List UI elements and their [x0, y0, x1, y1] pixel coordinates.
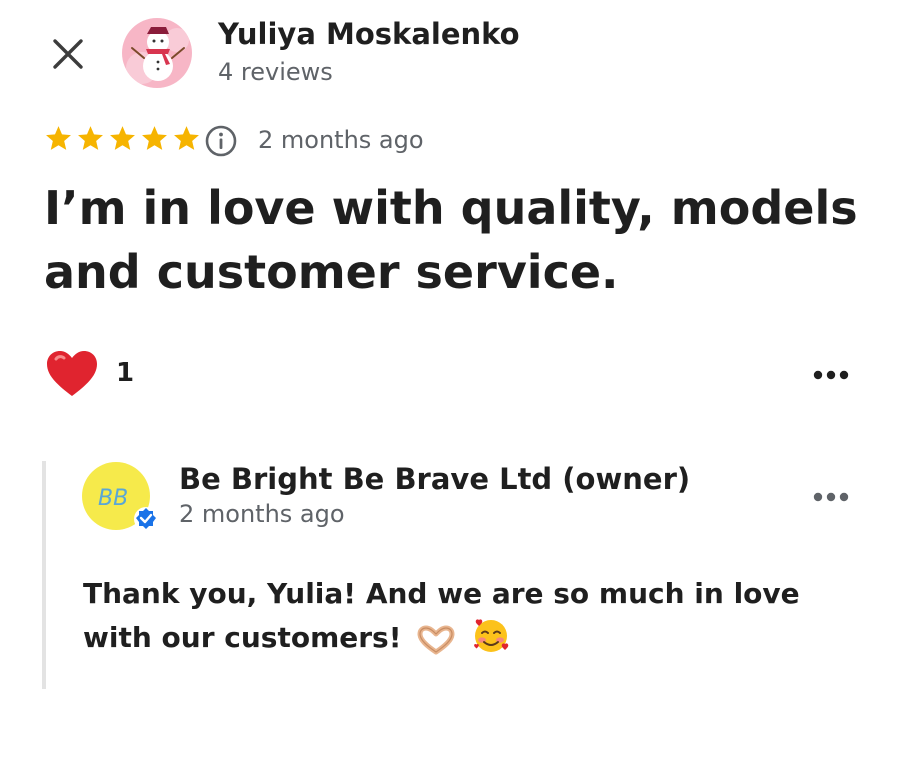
- more-options-icon: [813, 492, 849, 502]
- review-text: I’m in love with quality, models and cus…: [44, 181, 858, 299]
- owner-reply-text: Thank you, Yulia! And we are so much in …: [83, 572, 843, 659]
- like-button[interactable]: [44, 347, 100, 403]
- star-icon: [46, 126, 71, 150]
- close-icon: [53, 39, 83, 69]
- star-icon: [174, 126, 199, 150]
- like-count: 1: [116, 358, 135, 388]
- owner-reply-date: 2 months ago: [179, 500, 345, 528]
- close-button[interactable]: [44, 30, 92, 78]
- star-icon: [110, 126, 135, 150]
- review-more-options-button[interactable]: [806, 358, 856, 392]
- reply-more-options-button[interactable]: [806, 480, 856, 514]
- star-icon: [78, 126, 103, 150]
- owner-name[interactable]: Be Bright Be Brave Ltd (owner): [179, 462, 690, 496]
- snowman-avatar-icon: [122, 18, 192, 88]
- reviewer-review-count: 4 reviews: [218, 58, 333, 86]
- star-icon: [142, 126, 167, 150]
- owner-avatar-text: BB: [98, 486, 128, 511]
- info-icon[interactable]: [204, 124, 238, 158]
- reviewer-avatar[interactable]: [122, 18, 192, 88]
- more-options-icon: [813, 370, 849, 380]
- heart-icon: [47, 351, 97, 396]
- review-date: 2 months ago: [258, 126, 424, 154]
- smiling-face-with-hearts-emoji: [474, 619, 509, 652]
- owner-avatar[interactable]: BB: [80, 461, 160, 541]
- verified-badge-icon: [134, 507, 158, 531]
- heart-hands-emoji: [417, 625, 455, 655]
- star-rating: [44, 124, 201, 153]
- reply-indent-bar: [42, 461, 46, 689]
- reviewer-name[interactable]: Yuliya Moskalenko: [218, 17, 520, 51]
